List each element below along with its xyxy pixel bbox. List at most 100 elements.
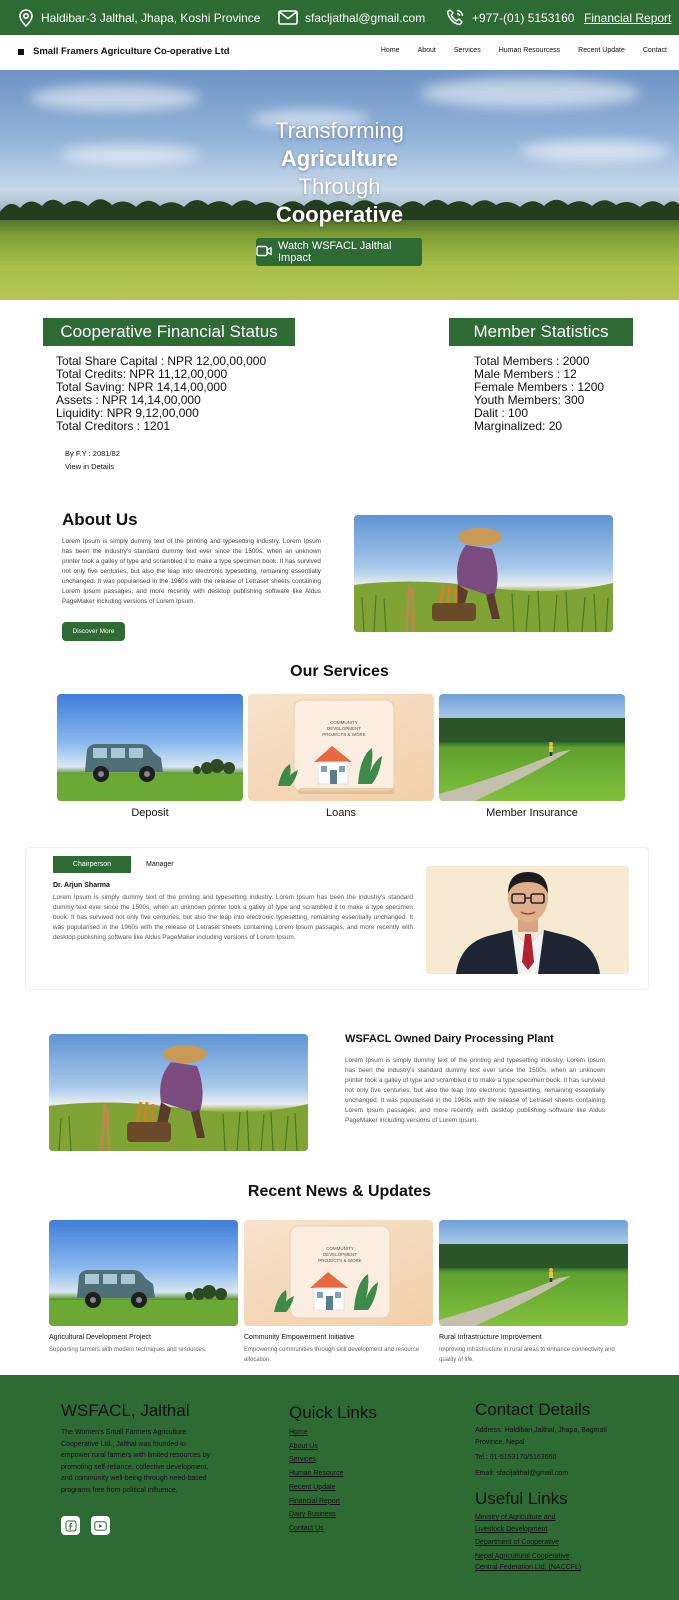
quick-links-heading: Quick Links [289,1403,377,1422]
watch-impact-label: Watch WSFACL Jalthal Impact [278,240,392,264]
hero-banner: Transforming Agriculture Through Coopera… [0,70,679,300]
contact-tel: Tel : 01-5153170/5163660 [475,1454,557,1461]
news-title-2[interactable]: Community Empowerment Initiative [244,1334,354,1341]
farm-road-image [439,1220,628,1326]
watch-impact-button[interactable]: Watch WSFACL Jalthal Impact [256,238,422,266]
phone-item[interactable]: +977-(01) 5153160 [446,0,574,35]
news-card-agricultural[interactable] [49,1220,238,1326]
nav-item-human-resources[interactable]: Human Resourcess [499,47,560,54]
service-label-loans: Loans [326,807,356,819]
community-house-image: COMMUNITY DEVELOPMENT PROJECTS & WORK [248,694,434,801]
services-heading: Our Services [290,663,389,680]
footer-link-about[interactable]: About Us [289,1440,343,1454]
vintage-car-image [49,1220,238,1326]
useful-link-department[interactable]: Department of Cooperative [475,1537,585,1549]
service-card-deposit[interactable] [57,694,243,801]
footer-link-dairy-business[interactable]: Dairy Business [289,1508,343,1522]
nav-item-recent-update[interactable]: Recent Update [578,47,625,54]
member-statistics-heading: Member Statistics [449,318,633,346]
news-title-3[interactable]: Rural Infrastructure Improvement [439,1334,542,1341]
about-body-text: Lorem Ipsum is simply dummy text of the … [62,538,321,605]
nav-item-services[interactable]: Services [454,47,481,54]
discover-more-button[interactable]: Discover More [62,622,125,641]
footer-link-recent-update[interactable]: Recent Update [289,1481,343,1495]
service-label-member-insurance: Member Insurance [486,807,578,819]
service-label-deposit: Deposit [131,807,169,819]
useful-links-heading: Useful Links [475,1489,568,1508]
contact-email: Email: sfacljalthal@gmail.com [475,1469,569,1477]
contact-address: Address: Haldibari,Jalthal, Jhapa, Bagma… [475,1427,607,1446]
brand-name[interactable]: Small Framers Agriculture Co-operative L… [33,46,230,57]
nav-item-home[interactable]: Home [381,47,400,54]
chairperson-photo [426,866,629,974]
footer-link-home[interactable]: Home [289,1426,343,1440]
service-card-loans[interactable]: COMMUNITY DEVELOPMENT PROJECTS & WORK [248,694,434,801]
envelope-icon [278,10,298,25]
card-caption-line: PROJECTS & WORK [318,1258,362,1263]
chairperson-name: Dr. Arjun Sharma [53,882,110,889]
news-card-community[interactable]: COMMUNITY DEVELOPMENT PROJECTS & WORK [244,1220,433,1326]
hero-line-4: Cooperative [275,202,404,227]
hero-line-3: Through [298,174,381,199]
dairy-heading: WSFACL Owned Dairy Processing Plant [345,1033,554,1045]
tab-chairperson[interactable]: Chairperson [53,856,131,873]
card-caption-line: DEVELOPMENT [323,1252,357,1257]
quick-links-list: Home About Us Services Human Resource Re… [289,1426,343,1536]
news-summary-2: Empowering communities through skill dev… [244,1347,420,1363]
nav-item-contact[interactable]: Contact [643,47,667,54]
phone-icon [446,8,465,27]
vintage-car-image [57,694,243,801]
address-text: Haldibar-3 Jalthal, Jhapa, Koshi Provinc… [41,10,261,25]
dairy-plant-image [49,1034,308,1151]
hero-line-2: Agriculture [280,146,399,171]
about-farmer-image [354,515,613,632]
top-contact-bar: Haldibar-3 Jalthal, Jhapa, Koshi Provinc… [0,0,679,35]
footer-link-services[interactable]: Services [289,1453,343,1467]
facebook-icon[interactable] [61,1516,80,1535]
chairperson-message: Lorem Ipsum is simply dummy text of the … [53,894,413,941]
financial-status-heading: Cooperative Financial Status [43,318,295,346]
financial-report-link[interactable]: Financial Report [584,0,671,35]
brand-logo-icon [18,49,24,55]
footer-brand: WSFACL, Jalthal [61,1401,190,1420]
card-caption-line: PROJECTS & WORK [322,732,366,737]
view-details-link[interactable]: View in Details [65,460,120,473]
useful-link-ministry[interactable]: Ministry of Agriculture and Livestock De… [475,1512,585,1535]
contact-details-heading: Contact Details [475,1400,591,1419]
service-card-member-insurance[interactable] [439,694,625,801]
address-item: Haldibar-3 Jalthal, Jhapa, Koshi Provinc… [18,0,260,35]
footer-link-financial-report[interactable]: Financial Report [289,1495,343,1509]
fiscal-year-block: By F.Y : 2081/82 View in Details [65,447,120,473]
phone-text[interactable]: +977-(01) 5153160 [472,11,574,25]
footer-description: The Women's Small Farmers Agriculture Co… [61,1429,210,1494]
nav-item-about[interactable]: About [418,47,436,54]
news-title-1[interactable]: Agricultural Development Project [49,1334,151,1341]
card-caption-line: DEVELOPMENT [327,726,361,731]
youtube-icon[interactable] [91,1516,110,1535]
hero-line-1: Transforming [275,118,404,143]
useful-link-naccfl[interactable]: Nepal Agricultural Cooperative Central F… [475,1551,585,1574]
member-line: Marginalized: 20 [474,419,563,433]
main-navbar: Small Framers Agriculture Co-operative L… [0,35,679,70]
news-summary-1: Supporting farmers with modern technique… [49,1347,207,1353]
email-item[interactable]: sfacljathal@gmail.com [278,0,425,35]
about-heading: About Us [62,510,138,529]
financial-line: Total Creditors : 1201 [56,419,171,433]
video-camera-icon [256,245,272,260]
fiscal-year-text: By F.Y : 2081/82 [65,449,120,458]
card-caption-line: COMMUNITY [330,720,358,725]
footer-link-human-resource[interactable]: Human Resource [289,1467,343,1481]
financial-status-list: Total Share Capital : NPR 12,00,00,000 T… [56,355,266,433]
footer-link-contact[interactable]: Contact Us [289,1522,343,1536]
news-heading: Recent News & Updates [247,1183,432,1200]
news-summary-3: Improving infrastructure in rural areas … [439,1347,615,1363]
contact-details-block: Address: Haldibari,Jalthal, Jhapa, Bagma… [475,1425,625,1479]
email-text[interactable]: sfacljathal@gmail.com [305,11,425,25]
farm-road-image [439,694,625,801]
news-card-infrastructure[interactable] [439,1220,628,1326]
nav-menu: Home About Services Human Resourcess Rec… [381,47,667,54]
location-pin-icon [18,8,34,27]
community-house-image: COMMUNITY DEVELOPMENT PROJECTS & WORK [244,1220,433,1326]
tab-manager[interactable]: Manager [146,856,174,873]
dairy-body-text: Lorem Ipsum is simply dummy text of the … [345,1057,605,1124]
